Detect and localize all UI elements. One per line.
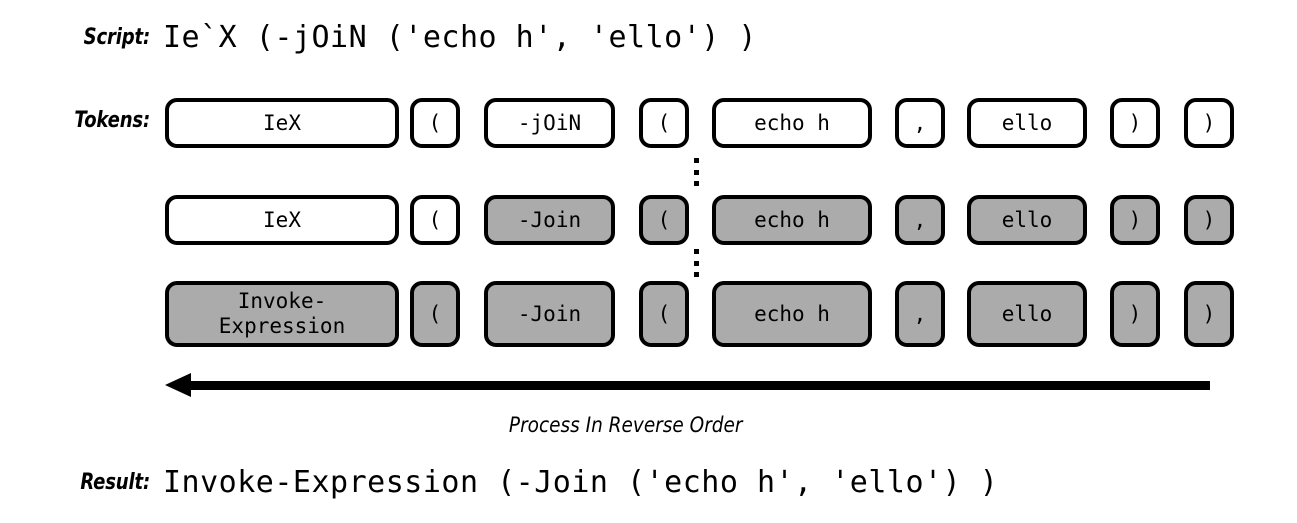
script-label: Script: xyxy=(83,25,151,50)
token-box: ) xyxy=(1184,98,1234,148)
token-box: ( xyxy=(410,195,460,245)
token-box: IeX xyxy=(165,98,399,148)
token-box: , xyxy=(895,281,945,347)
token-box: ello xyxy=(967,195,1087,245)
token-box: echo h xyxy=(712,281,872,347)
token-box: , xyxy=(895,98,945,148)
token-box: echo h xyxy=(712,98,872,148)
arrow-shaft xyxy=(187,381,1210,390)
token-box: ( xyxy=(639,98,689,148)
token-box: , xyxy=(895,195,945,245)
result-label: Result: xyxy=(80,470,150,495)
token-box: ) xyxy=(1184,281,1234,347)
token-box: ) xyxy=(1110,281,1160,347)
token-box: IeX xyxy=(165,195,399,245)
token-box: Invoke- Expression xyxy=(165,281,399,347)
token-box: ( xyxy=(410,281,460,347)
token-box: ) xyxy=(1184,195,1234,245)
token-box: -Join xyxy=(484,281,615,347)
token-box: -Join xyxy=(484,195,615,245)
script-code-line: Ie`X (-jOiN ('echo h', 'ello') ) xyxy=(163,20,757,55)
token-box: ) xyxy=(1110,195,1160,245)
arrow-caption: Process In Reverse Order xyxy=(508,413,743,437)
token-box: ( xyxy=(639,281,689,347)
token-box: ) xyxy=(1110,98,1160,148)
token-box: ( xyxy=(639,195,689,245)
reverse-order-arrow xyxy=(165,373,1210,399)
token-box: ello xyxy=(967,98,1087,148)
vertical-ellipsis-1 xyxy=(693,158,699,186)
token-box: ello xyxy=(967,281,1087,347)
diagram-canvas: Script: Ie`X (-jOiN ('echo h', 'ello') )… xyxy=(0,0,1297,523)
token-box: ( xyxy=(410,98,460,148)
tokens-label: Tokens: xyxy=(74,108,150,133)
token-box: echo h xyxy=(712,195,872,245)
vertical-ellipsis-2 xyxy=(693,249,699,277)
result-code-line: Invoke-Expression (-Join ('echo h', 'ell… xyxy=(163,465,999,500)
token-box: -jOiN xyxy=(484,98,615,148)
